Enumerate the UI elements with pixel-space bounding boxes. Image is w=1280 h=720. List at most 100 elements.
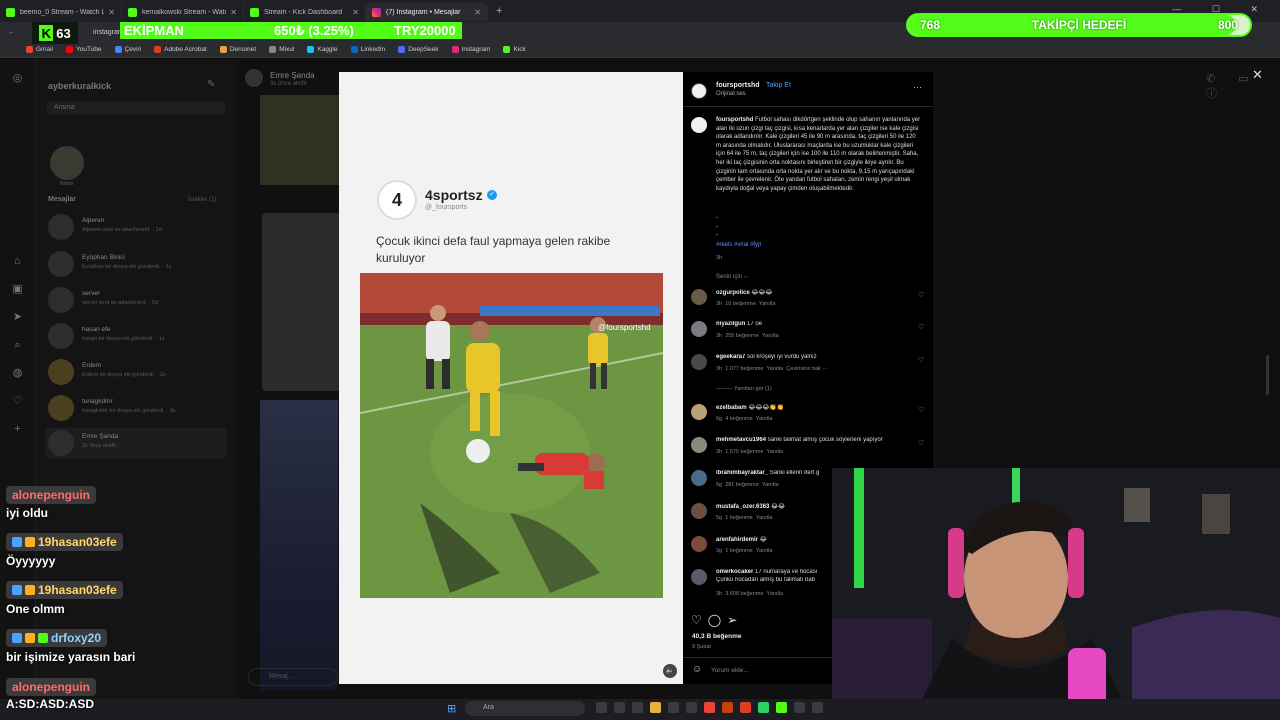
avatar[interactable]: [691, 321, 707, 337]
conversation-item[interactable]: tunagkdmr tunagkdmr bir dosya eki gönderd…: [46, 393, 226, 423]
home-icon[interactable]: ⌂: [11, 255, 24, 268]
bookmark-item[interactable]: Kick: [503, 46, 526, 53]
conversation-item[interactable]: Alperen Alperen sent an attachment. · 1d: [46, 212, 226, 242]
folder-icon[interactable]: [650, 702, 661, 713]
call-icons[interactable]: ✆ ▭ ⓘ: [1206, 72, 1280, 101]
bookmark-item[interactable]: Mixul: [269, 46, 294, 53]
close-tab-icon[interactable]: ✕: [108, 8, 115, 17]
search-icon[interactable]: ⌕: [11, 339, 24, 352]
like-heart-icon[interactable]: ♡: [918, 439, 924, 447]
translate-link[interactable]: Çevirisine bak ···: [786, 366, 828, 372]
reply-button[interactable]: Yanıtla: [756, 416, 773, 422]
follow-button[interactable]: Takip Et: [766, 82, 791, 89]
message-input[interactable]: Mesaj...: [248, 668, 338, 686]
back-icon[interactable]: ←: [8, 29, 15, 36]
reply-button[interactable]: Yanıtla: [762, 333, 779, 339]
browser-tab[interactable]: kemalkowski Stream - Watch L✕: [122, 3, 244, 21]
close-tab-icon[interactable]: ✕: [352, 8, 359, 17]
emoji-icon[interactable]: ☺: [692, 664, 702, 675]
browser-tab[interactable]: beemo_0 Stream - Watch Live✕: [0, 3, 122, 21]
taskbar-app-icon[interactable]: [794, 702, 805, 713]
like-count[interactable]: 40,3 B beğenme: [692, 633, 742, 640]
like-icon[interactable]: ♡: [691, 613, 708, 627]
bookmark-item[interactable]: Dersonet: [219, 46, 256, 53]
bookmark-item[interactable]: DeepSeek: [398, 46, 439, 53]
dm-search-input[interactable]: Arama: [46, 101, 226, 115]
taskbar-app-icon[interactable]: [686, 702, 697, 713]
avatar[interactable]: [691, 83, 707, 99]
post-author[interactable]: foursportshd: [716, 82, 760, 89]
avatar[interactable]: [691, 470, 707, 486]
avatar[interactable]: [691, 503, 707, 519]
conversation-item[interactable]: server server sent an attachment. · 5d: [46, 285, 226, 315]
conversation-item[interactable]: Eyüphan Binici Eyüphan bir dosya eki gönd…: [46, 249, 226, 279]
like-heart-icon[interactable]: ♡: [918, 356, 924, 364]
chrome-icon[interactable]: [704, 702, 715, 713]
conversation-item[interactable]: hasan efe hasan bir dosya eki gönderdi. ·…: [46, 321, 226, 351]
bookmark-item[interactable]: YouTube: [65, 46, 102, 53]
avatar[interactable]: [691, 117, 707, 133]
avatar[interactable]: [691, 289, 707, 305]
reply-button[interactable]: Yanıtla: [756, 548, 773, 554]
close-tab-icon[interactable]: ✕: [230, 8, 237, 17]
bookmark-item[interactable]: Adobe Acrobat: [154, 46, 207, 53]
mute-icon[interactable]: 🔈: [663, 664, 677, 678]
like-heart-icon[interactable]: ♡: [918, 406, 924, 414]
reply-button[interactable]: Yanıtla: [766, 449, 783, 455]
create-icon[interactable]: +: [11, 423, 24, 436]
reply-button[interactable]: Yanıtla: [756, 515, 773, 521]
taskbar-app-icon[interactable]: [614, 702, 625, 713]
requests-link[interactable]: İstekler (1): [188, 197, 216, 203]
hashtags[interactable]: #reels #viral #fyp: [716, 242, 761, 248]
conversation-item[interactable]: Erdem Erdem bir dosya eki gönderdi. · 2s: [46, 357, 226, 387]
close-icon[interactable]: ✕: [1252, 67, 1263, 83]
browser-tab[interactable]: Stream - Kick Dashboard ✕: [244, 3, 366, 21]
conversation-item-selected[interactable]: Emre Şanda 3s önce aktifti: [46, 428, 226, 458]
post-video[interactable]: @foursportshd: [360, 273, 663, 598]
avatar[interactable]: [691, 569, 707, 585]
more-options-icon[interactable]: ···: [913, 82, 922, 92]
avatar[interactable]: [691, 354, 707, 370]
reply-button[interactable]: Yanıtla: [759, 301, 776, 307]
taskbar-app-icon[interactable]: [668, 702, 679, 713]
bookmark-item[interactable]: Gmail: [26, 46, 53, 53]
bookmark-item[interactable]: LinkedIn: [350, 46, 385, 53]
dm-username[interactable]: ayberkuralkick: [48, 81, 111, 91]
reply-button[interactable]: Yanıtla: [762, 482, 779, 488]
comment-input[interactable]: Yorum ekle...: [711, 667, 749, 674]
avatar[interactable]: [691, 437, 707, 453]
taskbar-app-icon[interactable]: [596, 702, 607, 713]
explore-icon[interactable]: ◍: [11, 367, 24, 380]
windows-start-icon[interactable]: ⊞: [447, 702, 459, 715]
taskbar-app-icon[interactable]: [722, 702, 733, 713]
chat-header-name[interactable]: Emre Şanda: [270, 71, 314, 80]
bookmark-item[interactable]: Instagram: [451, 46, 490, 53]
taskbar-app-icon[interactable]: [812, 702, 823, 713]
avatar[interactable]: [691, 536, 707, 552]
reels-icon[interactable]: ▣: [11, 283, 24, 296]
messages-icon[interactable]: ➤: [11, 311, 24, 324]
new-tab-button[interactable]: +: [496, 5, 502, 17]
bookmark-item[interactable]: Kaggle: [307, 46, 338, 53]
reply-button[interactable]: Yanıtla: [766, 366, 783, 372]
instagram-logo-icon[interactable]: ◎: [11, 72, 24, 85]
comment-icon[interactable]: ◯: [708, 613, 727, 627]
taskbar-search[interactable]: Ara: [465, 701, 585, 716]
close-tab-icon[interactable]: ✕: [474, 8, 481, 17]
note-avatar[interactable]: [50, 146, 84, 180]
bookmark-item[interactable]: Çeviri: [114, 46, 141, 53]
scrollbar[interactable]: [1266, 355, 1269, 395]
share-icon[interactable]: ➢: [727, 613, 743, 627]
reply-button[interactable]: Yanıtla: [766, 591, 783, 597]
kick-icon[interactable]: [776, 702, 787, 713]
taskbar-app-icon[interactable]: [740, 702, 751, 713]
shared-media-thumbnail[interactable]: [260, 400, 338, 690]
compose-icon[interactable]: ✎: [207, 79, 215, 90]
shared-post-card[interactable]: [262, 213, 342, 391]
like-heart-icon[interactable]: ♡: [918, 291, 924, 299]
like-heart-icon[interactable]: ♡: [918, 323, 924, 331]
sort-dropdown[interactable]: Senin için ⌵: [716, 274, 748, 281]
shared-media-thumbnail[interactable]: [260, 95, 340, 185]
heart-icon[interactable]: ♡: [11, 395, 24, 408]
browser-tab-active[interactable]: (7) Instagram • Mesajlar ✕: [366, 3, 488, 21]
